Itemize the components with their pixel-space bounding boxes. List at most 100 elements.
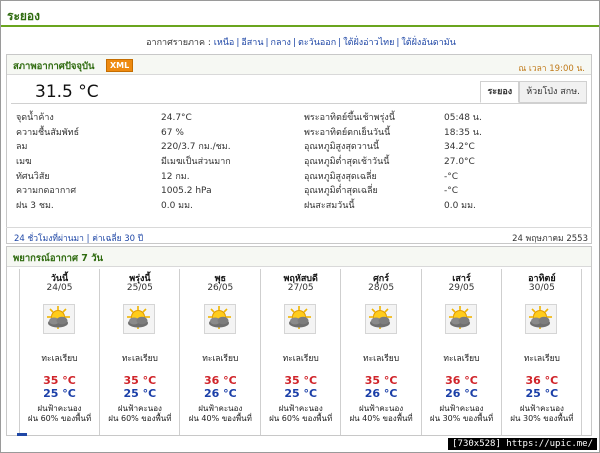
detail-value: 67 % — [161, 127, 184, 138]
detail-label: ลม — [16, 142, 28, 153]
day-high-temp: 36 °C — [203, 374, 237, 387]
region-nav: อากาศรายภาค : เหนือ | อีสาน | กลาง | ตะวันออก |… — [146, 38, 456, 48]
day-date: 27/05 — [287, 283, 314, 293]
page-frame: ระยอง อากาศรายภาค : เหนือ | อีสาน | กลาง | ตะว… — [0, 0, 600, 453]
detail-label: อุณหภูมิสูงสุดเฉลี่ย — [304, 171, 377, 182]
partly-cloudy-sun-icon — [284, 304, 317, 334]
tab-rayong[interactable]: ระยอง — [480, 81, 520, 103]
detail-row: ลม 220/3.7 กม./ชม. — [16, 140, 296, 155]
detail-value: 18:35 น. — [444, 127, 482, 138]
detail-row: เมฆ มีเมฆเป็นส่วนมาก — [16, 155, 296, 170]
station-tabs: ระยอง ห้วยโป่ง สกษ. — [480, 81, 587, 103]
detail-label: จุดน้ำค้าง — [16, 113, 54, 123]
forecast-day: อาทิตย์ 30/05 ทะเลเรียบ 36 °C 25 °C ฝนฟ้าคะนอ… — [502, 269, 583, 435]
detail-row: ทัศนวิสัย 12 กม. — [16, 170, 296, 185]
day-rain-percent: ฝน 40% ของพื้นที่ — [349, 414, 413, 423]
current-weather-heading: สภาพอากาศปัจจุบัน — [13, 61, 95, 72]
day-low-temp: 26 °C — [203, 387, 237, 400]
forecast-day: เสาร์ 29/05 ทะเลเรียบ 36 °C 26 °C ฝนฟ้าคะนองฝ… — [422, 269, 502, 435]
day-condition: ทะเลเรียบ — [523, 354, 560, 364]
detail-label: ความกดอากาศ — [16, 186, 77, 197]
day-condition: ทะเลเรียบ — [282, 354, 319, 364]
day-date: 28/05 — [368, 283, 395, 293]
day-condition: ทะเลเรียบ — [202, 354, 239, 364]
forecast-day: พฤหัสบดี 27/05 ทะเลเรียบ 35 °C 25 °C ฝนฟ้าคะน… — [261, 269, 342, 435]
title-bar: ระยอง — [1, 1, 599, 27]
day-date: 26/05 — [207, 283, 234, 293]
tab-divider — [11, 103, 587, 104]
detail-row: พระอาทิตย์ขึ้นเช้าพรุ่งนี้ 05:48 น. — [304, 111, 584, 126]
detail-row: พระอาทิตย์ตกเย็นวันนี้ 18:35 น. — [304, 126, 584, 141]
day-rain-percent: ฝน 60% ของพื้นที่ — [108, 414, 172, 423]
detail-row: อุณหภูมิสูงสุดวานนี้ 34.2°C — [304, 140, 584, 155]
forecast-day: ศุกร์ 28/05 ทะเลเรียบ 35 °C 26 °C ฝนฟ้าคะนองฝ… — [342, 269, 422, 435]
detail-row: อุณหภูมิต่ำสุดเช้าวันนี้ 27.0°C — [304, 155, 584, 170]
day-high-temp: 35 °C — [43, 374, 76, 387]
day-high-temp: 35 °C — [284, 374, 318, 387]
detail-value: -°C — [444, 186, 459, 197]
detail-label: ฝนสะสมวันนี้ — [304, 201, 355, 212]
day-rain-percent: ฝน 30% ของพื้นที่ — [429, 414, 494, 423]
day-date: 25/05 — [126, 283, 153, 293]
detail-row: ความกดอากาศ 1005.2 hPa — [16, 184, 296, 199]
xml-badge[interactable]: XML — [106, 59, 134, 72]
current-details-left: จุดน้ำค้าง 24.7°C ความชื้นสัมพัทธ์ 67 % ลม 22… — [16, 111, 296, 214]
partly-cloudy-sun-icon — [364, 304, 397, 334]
footer-link-stub[interactable] — [17, 433, 27, 436]
day-low-temp: 25 °C — [123, 387, 157, 400]
current-date: 24 พฤษภาคม 2553 — [512, 234, 588, 244]
region-link-south-andaman[interactable]: ใต้ฝั่งอันดามัน — [401, 38, 455, 48]
day-rain-percent: ฝน 60% ของพื้นที่ — [27, 414, 92, 423]
region-link-east[interactable]: ตะวันออก — [298, 38, 336, 48]
watermark: [730x528] https://upic.me/ — [448, 438, 597, 450]
avg-30y-link[interactable]: ค่าเฉลี่ย 30 ปี — [92, 234, 143, 244]
forecast-day: พรุ่งนี้ 25/05 ทะเลเรียบ 35 °C 25 °C ฝนฟ้าคะน… — [100, 269, 181, 435]
current-details-right: พระอาทิตย์ขึ้นเช้าพรุ่งนี้ 05:48 น. พระอาท… — [304, 111, 584, 214]
detail-value: 220/3.7 กม./ชม. — [161, 142, 231, 153]
detail-label: ทัศนวิสัย — [16, 171, 50, 182]
day-low-temp: 26 °C — [364, 387, 398, 400]
forecast-heading: พยากรณ์อากาศ 7 วัน — [13, 253, 104, 264]
tab-huai-pong[interactable]: ห้วยโป่ง สกษ. — [519, 81, 587, 103]
forecast-days: วันนี้ 24/05 ทะเลเรียบ 35 °C 25 °C ฝนฟ้าคะนอง… — [19, 269, 583, 435]
detail-value: 1005.2 hPa — [161, 186, 212, 197]
partly-cloudy-sun-icon — [43, 304, 75, 334]
day-high-temp: 36 °C — [525, 374, 559, 387]
forecast-panel: พยากรณ์อากาศ 7 วัน วันนี้ 24/05 ทะเลเรียบ 3… — [6, 246, 592, 436]
region-link-south-gulf[interactable]: ใต้ฝั่งอ่าวไทย — [343, 38, 394, 48]
day-date: 30/05 — [528, 283, 555, 293]
last-24h-link[interactable]: 24 ชั่วโมงที่ผ่านมา — [14, 234, 84, 244]
detail-label: อุณหภูมิต่ำสุดเช้าวันนี้ — [304, 157, 390, 168]
detail-value: มีเมฆเป็นส่วนมาก — [161, 157, 231, 168]
region-nav-prefix: อากาศรายภาค : — [146, 38, 211, 48]
day-rain-percent: ฝน 30% ของพื้นที่ — [510, 414, 574, 423]
detail-value: 24.7°C — [161, 113, 192, 123]
region-link-northeast[interactable]: อีสาน — [241, 38, 263, 48]
detail-row: อุณหภูมิสูงสุดเฉลี่ย -°C — [304, 170, 584, 185]
day-condition: ทะเลเรียบ — [121, 354, 158, 364]
region-link-central[interactable]: กลาง — [271, 38, 291, 48]
detail-label: พระอาทิตย์ขึ้นเช้าพรุ่งนี้ — [304, 113, 395, 123]
current-temperature: 31.5 °C — [35, 82, 99, 102]
detail-label: พระอาทิตย์ตกเย็นวันนี้ — [304, 127, 391, 138]
day-condition: ทะเลเรียบ — [41, 354, 78, 364]
day-rain-percent: ฝน 60% ของพื้นที่ — [269, 414, 333, 423]
day-date: 29/05 — [448, 283, 475, 293]
history-bar: 24 ชั่วโมงที่ผ่านมา | ค่าเฉลี่ย 30 ปี 24… — [6, 227, 592, 244]
detail-label: อุณหภูมิสูงสุดวานนี้ — [304, 142, 380, 153]
partly-cloudy-sun-icon — [203, 304, 236, 334]
day-high-temp: 36 °C — [445, 374, 478, 387]
page-title: ระยอง — [7, 9, 40, 23]
partly-cloudy-sun-icon — [525, 304, 558, 334]
detail-value: -°C — [444, 171, 459, 182]
region-link-north[interactable]: เหนือ — [214, 38, 235, 48]
detail-label: เมฆ — [16, 157, 32, 168]
detail-row: อุณหภูมิต่ำสุดเฉลี่ย -°C — [304, 184, 584, 199]
detail-value: 05:48 น. — [444, 113, 482, 123]
observation-time: ณ เวลา 19:00 น. — [518, 64, 585, 74]
partly-cloudy-sun-icon — [123, 304, 156, 334]
detail-label: ฝน 3 ชม. — [16, 201, 54, 212]
detail-value: 12 กม. — [161, 171, 190, 182]
day-low-temp: 25 °C — [284, 387, 318, 400]
detail-row: ความชื้นสัมพัทธ์ 67 % — [16, 126, 296, 141]
